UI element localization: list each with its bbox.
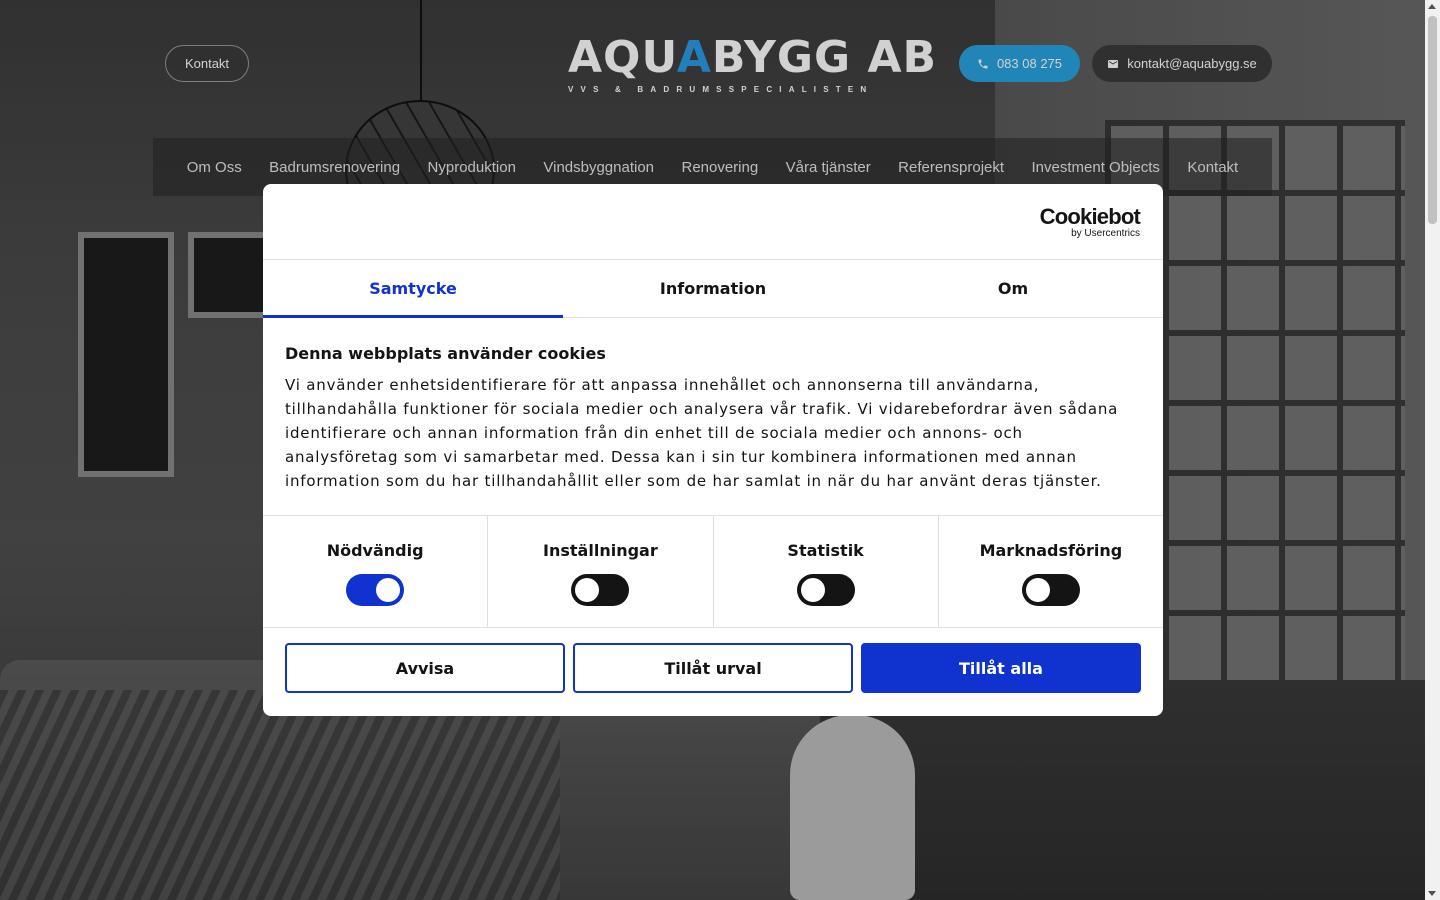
tab-information[interactable]: Information: [563, 260, 863, 317]
dialog-tabs: Samtycke Information Om: [263, 260, 1163, 318]
switch-knob: [1025, 578, 1050, 602]
consent-toggles: Nödvändig Inställningar Statistik Markna…: [263, 516, 1163, 628]
toggle-marketing-switch[interactable]: [1021, 574, 1080, 606]
cookiebot-logo-name: Cookiebot: [1039, 204, 1141, 229]
toggle-statistics-switch[interactable]: [796, 574, 855, 606]
toggle-label: Marknadsföring: [979, 541, 1123, 560]
cookiebot-logo[interactable]: Cookiebot by Usercentrics: [1039, 204, 1141, 240]
scroll-down-arrow-icon[interactable]: [1428, 891, 1436, 896]
toggle-group-necessary: Nödvändig: [263, 516, 489, 627]
switch-knob: [575, 578, 600, 602]
page-scrollbar[interactable]: [1425, 0, 1440, 900]
toggle-label: Inställningar: [543, 541, 658, 560]
scroll-up-arrow-icon[interactable]: [1428, 4, 1436, 9]
scrollbar-thumb[interactable]: [1428, 16, 1437, 224]
deny-button[interactable]: Avvisa: [285, 643, 565, 693]
switch-knob: [376, 578, 401, 602]
toggle-group-preferences: Inställningar: [488, 516, 714, 627]
allow-all-button[interactable]: Tillåt alla: [861, 643, 1141, 693]
cookiebot-logo-sub: by Usercentrics: [1071, 228, 1140, 239]
tab-om[interactable]: Om: [863, 260, 1163, 317]
dialog-description: Vi använder enhetsidentifierare för att …: [285, 376, 1119, 490]
cookie-consent-dialog: Cookiebot by Usercentrics Samtycke Infor…: [263, 184, 1163, 716]
toggle-label: Statistik: [787, 541, 864, 560]
toggle-group-marketing: Marknadsföring: [939, 516, 1163, 627]
tab-samtycke[interactable]: Samtycke: [263, 260, 563, 318]
toggle-preferences-switch[interactable]: [571, 574, 630, 606]
switch-knob: [800, 578, 825, 602]
toggle-label: Nödvändig: [326, 541, 424, 560]
dialog-body: Denna webbplats använder cookies Vi anvä…: [263, 318, 1163, 516]
dialog-header: Cookiebot by Usercentrics: [263, 184, 1163, 260]
toggle-group-statistics: Statistik: [714, 516, 939, 627]
dialog-actions: Avvisa Tillåt urval Tillåt alla: [263, 628, 1163, 708]
dialog-title: Denna webbplats använder cookies: [285, 344, 606, 363]
toggle-necessary-switch[interactable]: [346, 574, 405, 606]
allow-selection-button[interactable]: Tillåt urval: [573, 643, 853, 693]
